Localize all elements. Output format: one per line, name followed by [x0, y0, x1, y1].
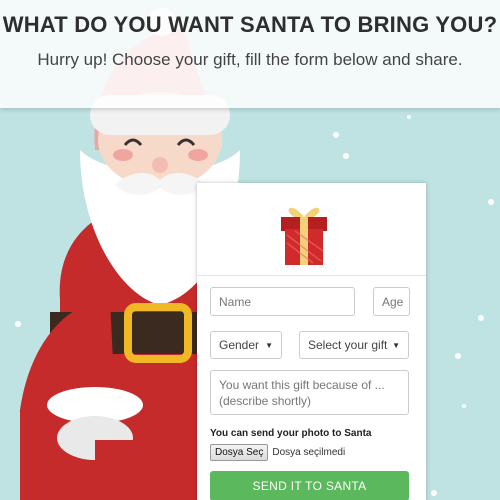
name-placeholder: Name — [219, 294, 252, 309]
choose-file-button[interactable]: Dosya Seç — [210, 444, 269, 461]
age-input[interactable]: Age — [373, 287, 410, 316]
chevron-down-icon: ▼ — [265, 340, 273, 350]
chevron-down-icon: ▼ — [392, 340, 400, 350]
photo-upload-label: You can send your photo to Santa — [210, 428, 372, 439]
reason-placeholder: You want this gift because of ... (descr… — [219, 378, 385, 408]
photo-upload-row: Dosya Seç Dosya seçilmedi — [210, 444, 345, 461]
gift-select-label: Select your gift — [308, 338, 388, 352]
gift-form-card: Name Age Gender ▼ Select your gift ▼ You… — [197, 183, 426, 500]
reason-textarea[interactable]: You want this gift because of ... (descr… — [210, 370, 409, 415]
send-to-santa-button[interactable]: SEND IT TO SANTA — [210, 471, 409, 500]
age-placeholder: Age — [382, 294, 404, 309]
gender-select-label: Gender — [219, 338, 260, 352]
gift-select[interactable]: Select your gift ▼ — [299, 331, 409, 359]
page-subtitle: Hurry up! Choose your gift, fill the for… — [37, 50, 463, 69]
page-title: WHAT DO YOU WANT SANTA TO BRING YOU? — [2, 12, 498, 37]
gift-box-icon — [281, 207, 327, 265]
file-status-text: Dosya seçilmedi — [272, 447, 346, 458]
gift-illustration-area — [197, 183, 426, 276]
page-header: WHAT DO YOU WANT SANTA TO BRING YOU? Hur… — [0, 0, 500, 108]
name-input[interactable]: Name — [210, 287, 355, 316]
gender-select[interactable]: Gender ▼ — [210, 331, 282, 359]
